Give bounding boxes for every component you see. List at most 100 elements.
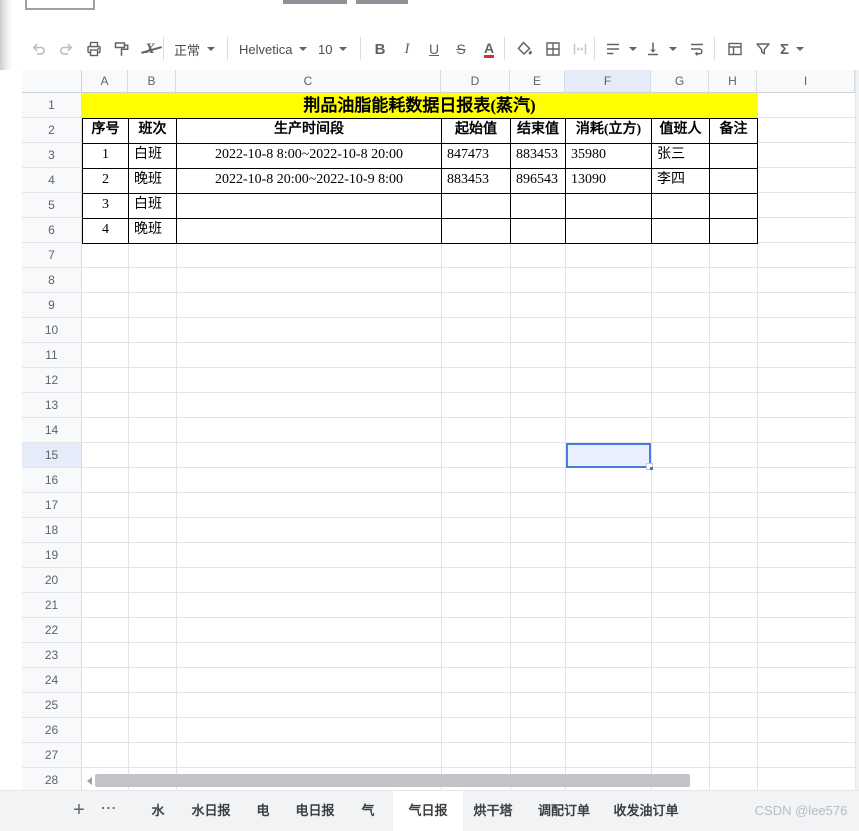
row-header-15[interactable]: 15 (22, 443, 82, 468)
row-header-28[interactable]: 28 (22, 768, 82, 790)
functions-dropdown[interactable]: Σ (780, 38, 805, 60)
text-wrap-icon[interactable] (686, 38, 708, 60)
underline-button[interactable]: U (423, 38, 445, 60)
table-cell[interactable]: 3 (83, 194, 129, 219)
row-header-27[interactable]: 27 (22, 743, 82, 768)
undo-icon[interactable] (28, 38, 50, 60)
column-header-B[interactable]: B (128, 70, 176, 93)
row-header-13[interactable]: 13 (22, 393, 82, 418)
sheet-tab-烘干塔[interactable]: 烘干塔 (466, 791, 520, 831)
italic-button[interactable]: I (396, 38, 418, 60)
column-header-A[interactable]: A (82, 70, 128, 93)
table-cell[interactable] (177, 194, 442, 219)
table-cell[interactable]: 晚班 (129, 169, 177, 194)
format-style-dropdown[interactable]: 正常 (174, 38, 216, 60)
fill-color-icon[interactable] (514, 38, 536, 60)
table-cell[interactable]: 李四 (652, 169, 710, 194)
table-cell[interactable] (442, 219, 511, 244)
table-header-cell[interactable]: 生产时间段 (177, 119, 442, 144)
table-cell[interactable]: 张三 (652, 144, 710, 169)
table-cell[interactable]: 847473 (442, 144, 511, 169)
table-cell[interactable]: 白班 (129, 194, 177, 219)
row-header-12[interactable]: 12 (22, 368, 82, 393)
sheet-tab-气[interactable]: 气 (348, 791, 388, 831)
row-header-22[interactable]: 22 (22, 618, 82, 643)
row-header-3[interactable]: 3 (22, 143, 82, 168)
redo-icon[interactable] (55, 38, 77, 60)
table-cell[interactable]: 883453 (511, 144, 566, 169)
column-header-F[interactable]: F (565, 70, 651, 93)
vertical-align-dropdown[interactable] (644, 38, 677, 60)
table-cell[interactable] (710, 194, 758, 219)
table-cell[interactable] (566, 219, 652, 244)
column-header-C[interactable]: C (176, 70, 441, 93)
column-header-E[interactable]: E (510, 70, 565, 93)
horizontal-align-dropdown[interactable] (604, 38, 637, 60)
table-cell[interactable]: 13090 (566, 169, 652, 194)
table-header-cell[interactable]: 起始值 (442, 119, 511, 144)
row-header-8[interactable]: 8 (22, 268, 82, 293)
bold-button[interactable]: B (369, 38, 391, 60)
table-cell[interactable] (442, 194, 511, 219)
row-header-14[interactable]: 14 (22, 418, 82, 443)
row-header-6[interactable]: 6 (22, 218, 82, 243)
table-cell[interactable]: 883453 (442, 169, 511, 194)
column-header-D[interactable]: D (441, 70, 510, 93)
all-sheets-menu-button[interactable]: ⋯ (96, 791, 122, 831)
strikethrough-button[interactable]: S (450, 38, 472, 60)
vertical-scrollbar-track[interactable] (855, 70, 859, 790)
table-cell[interactable] (511, 194, 566, 219)
row-header-25[interactable]: 25 (22, 693, 82, 718)
text-color-button[interactable]: A (478, 38, 500, 60)
table-cell[interactable] (652, 194, 710, 219)
table-cell[interactable]: 2 (83, 169, 129, 194)
fill-handle[interactable] (646, 463, 653, 470)
table-cell[interactable] (710, 169, 758, 194)
clear-format-icon[interactable]: X (139, 38, 161, 60)
column-header-H[interactable]: H (709, 70, 757, 93)
table-cell[interactable]: 2022-10-8 8:00~2022-10-8 20:00 (177, 144, 442, 169)
table-header-cell[interactable]: 结束值 (511, 119, 566, 144)
table-header-cell[interactable]: 值班人 (652, 119, 710, 144)
row-header-11[interactable]: 11 (22, 343, 82, 368)
table-cell[interactable] (511, 219, 566, 244)
filter-icon[interactable] (752, 38, 774, 60)
row-header-2[interactable]: 2 (22, 118, 82, 143)
table-cell[interactable] (710, 144, 758, 169)
row-header-7[interactable]: 7 (22, 243, 82, 268)
paint-format-icon[interactable] (111, 38, 133, 60)
selected-cell[interactable] (566, 443, 653, 470)
table-header-cell[interactable]: 班次 (129, 119, 177, 144)
row-header-9[interactable]: 9 (22, 293, 82, 318)
font-size-dropdown[interactable]: 10 (318, 38, 348, 60)
merge-cells-icon[interactable] (569, 38, 591, 60)
table-cell[interactable]: 4 (83, 219, 129, 244)
horizontal-scrollbar-thumb[interactable] (95, 774, 690, 787)
row-header-26[interactable]: 26 (22, 718, 82, 743)
print-icon[interactable] (83, 38, 105, 60)
table-header-cell[interactable]: 备注 (710, 119, 758, 144)
row-header-18[interactable]: 18 (22, 518, 82, 543)
select-all-corner[interactable] (22, 70, 82, 93)
table-cell[interactable]: 白班 (129, 144, 177, 169)
table-cell[interactable]: 2022-10-8 20:00~2022-10-9 8:00 (177, 169, 442, 194)
table-cell[interactable]: 1 (83, 144, 129, 169)
font-family-dropdown[interactable]: Helvetica (239, 38, 308, 60)
table-header-cell[interactable]: 序号 (83, 119, 129, 144)
row-header-4[interactable]: 4 (22, 168, 82, 193)
table-cell[interactable]: 35980 (566, 144, 652, 169)
row-header-1[interactable]: 1 (22, 93, 82, 118)
sheet-tab-电[interactable]: 电 (243, 791, 283, 831)
row-header-21[interactable]: 21 (22, 593, 82, 618)
row-header-20[interactable]: 20 (22, 568, 82, 593)
row-header-23[interactable]: 23 (22, 643, 82, 668)
sheet-tab-气日报[interactable]: 气日报 (393, 791, 463, 831)
sheet-tab-电日报[interactable]: 电日报 (284, 791, 346, 831)
table-cell[interactable]: 晚班 (129, 219, 177, 244)
sheet-tab-调配订单[interactable]: 调配订单 (527, 791, 601, 831)
sheet-tab-水日报[interactable]: 水日报 (180, 791, 242, 831)
row-header-10[interactable]: 10 (22, 318, 82, 343)
scroll-left-arrow-icon[interactable] (87, 777, 92, 785)
column-header-G[interactable]: G (651, 70, 709, 93)
row-header-19[interactable]: 19 (22, 543, 82, 568)
